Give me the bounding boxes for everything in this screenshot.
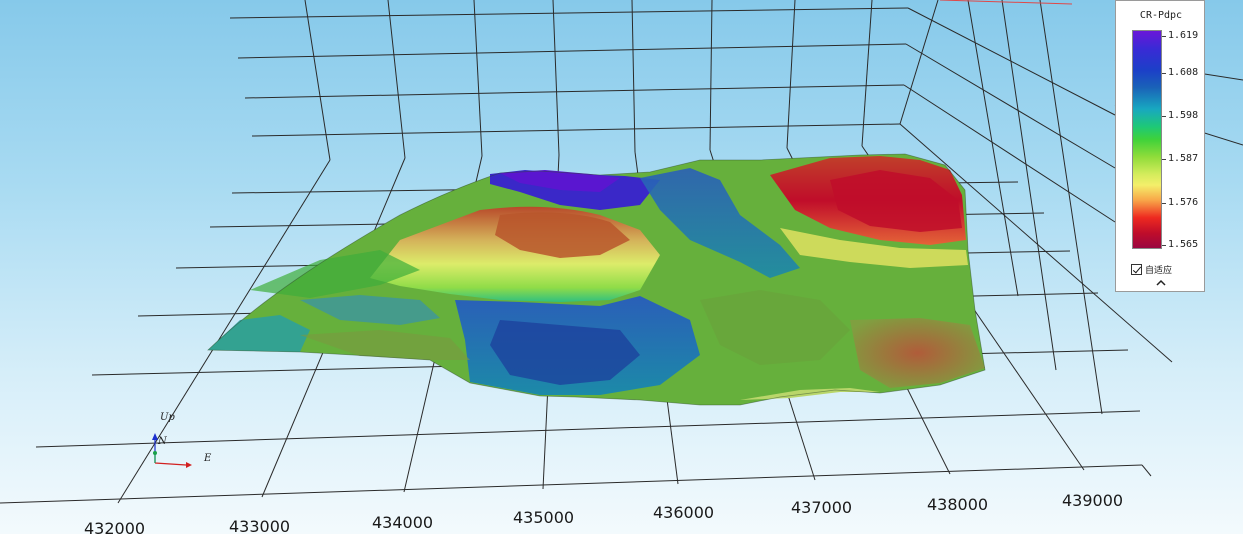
x-tick-label: 433000: [229, 517, 290, 534]
colorbar: [1132, 30, 1162, 249]
legend-tick: [1162, 116, 1166, 117]
color-legend-panel[interactable]: CR-Pdpc 1.619 1.608 1.598 1.587 1.576 1.…: [1115, 0, 1205, 292]
x-tick-label: 434000: [372, 513, 433, 532]
north-axis-label: N: [157, 436, 168, 447]
east-axis-label: E: [203, 453, 212, 464]
up-axis-label: Up: [160, 412, 175, 423]
chevron-up-icon[interactable]: [1154, 277, 1168, 289]
scene-canvas[interactable]: 432000 433000 434000 435000 436000 43700…: [0, 0, 1243, 534]
x-tick-label: 436000: [653, 503, 714, 522]
x-tick-label: 432000: [84, 519, 145, 534]
legend-tick: [1162, 36, 1166, 37]
legend-value: 1.619: [1168, 30, 1199, 41]
x-tick-label: 438000: [927, 495, 988, 514]
adaptive-label: 自适应: [1145, 265, 1173, 276]
legend-value: 1.587: [1168, 153, 1199, 164]
legend-tick: [1162, 159, 1166, 160]
adaptive-option[interactable]: 自适应: [1131, 262, 1172, 276]
legend-tick: [1162, 203, 1166, 204]
orientation-axes-icon: Up N E: [152, 412, 212, 468]
legend-value: 1.576: [1168, 197, 1199, 208]
3d-viewport[interactable]: 432000 433000 434000 435000 436000 43700…: [0, 0, 1243, 534]
legend-value: 1.598: [1168, 110, 1199, 121]
legend-value: 1.565: [1168, 239, 1199, 250]
adaptive-checkbox[interactable]: [1131, 263, 1142, 275]
selection-box-edge: [939, 0, 1073, 5]
x-tick-label: 437000: [791, 498, 852, 517]
x-tick-label: 435000: [513, 508, 574, 527]
legend-tick: [1162, 245, 1166, 246]
legend-value: 1.608: [1168, 67, 1199, 78]
x-tick-label: 439000: [1062, 491, 1123, 510]
legend-title: CR-Pdpc: [1139, 10, 1183, 21]
x-axis-labels: 432000 433000 434000 435000 436000 43700…: [84, 491, 1123, 534]
back-wall-grid: [229, 0, 909, 161]
legend-tick: [1162, 73, 1166, 74]
